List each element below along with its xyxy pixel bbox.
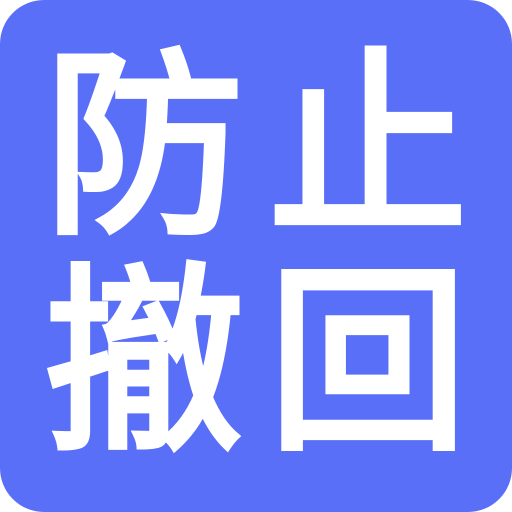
char-che: 撤 [43, 247, 244, 480]
app-icon: 防 止 撤 回 [0, 0, 512, 512]
icon-text: 防 止 撤 回 [32, 40, 480, 472]
char-fang: 防 [43, 31, 244, 264]
char-zhi: 止 [267, 31, 468, 264]
char-hui: 回 [267, 247, 468, 480]
